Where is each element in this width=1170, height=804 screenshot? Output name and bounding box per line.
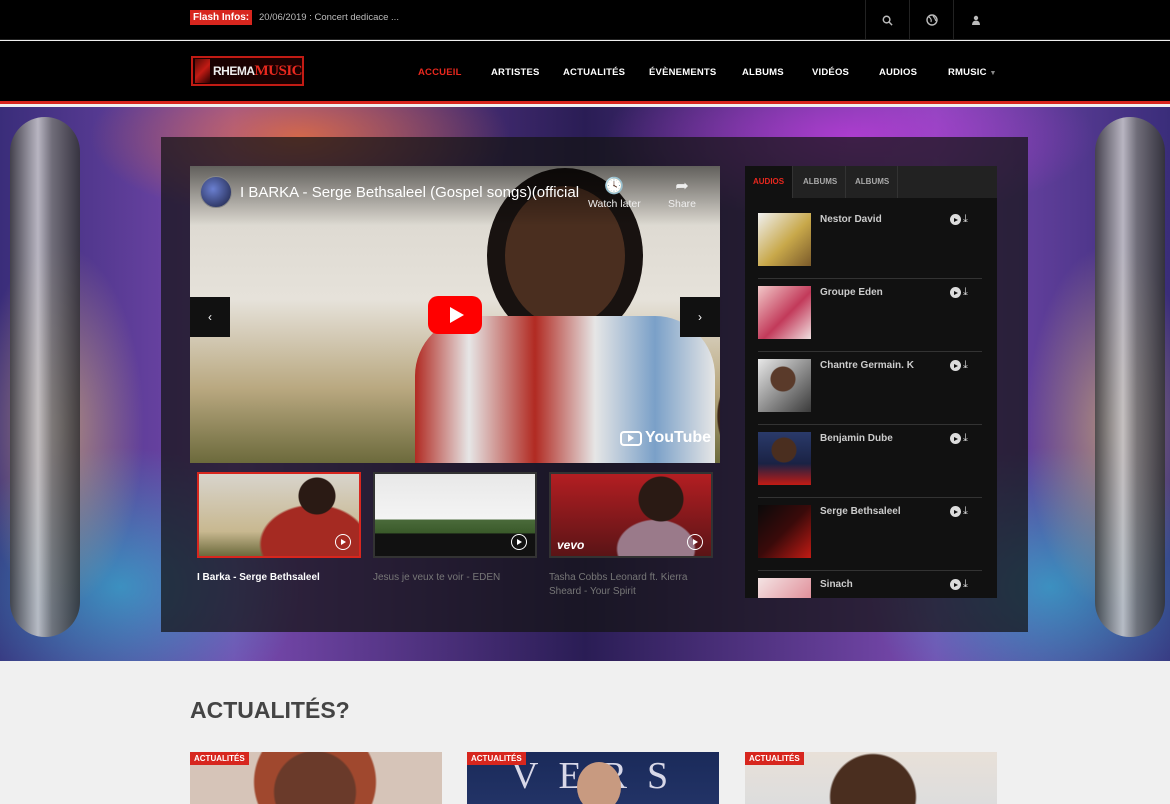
track-artist[interactable]: Chantre Germain. K [820, 360, 914, 371]
play-icon[interactable] [950, 433, 961, 444]
globe-icon[interactable] [909, 0, 953, 40]
track-artist[interactable]: Groupe Eden [820, 287, 883, 298]
nav-albums[interactable]: ALBUMS [742, 67, 784, 78]
channel-avatar[interactable] [200, 176, 232, 208]
tab-albums-1[interactable]: ALBUMS [795, 166, 847, 198]
play-icon[interactable] [950, 214, 961, 225]
track-artist[interactable]: Serge Bethsaleel [820, 506, 901, 517]
download-icon[interactable]: ⤓ [963, 433, 968, 444]
category-badge[interactable]: ACTUALITÉS [467, 752, 526, 765]
list-item[interactable]: Serge Bethsaleel ⤓ [758, 498, 982, 571]
search-icon[interactable] [865, 0, 909, 40]
card-image-person [577, 762, 621, 804]
download-icon[interactable]: ⤓ [963, 506, 968, 517]
album-art [758, 578, 811, 598]
news-card-2[interactable]: VERS ACTUALITÉS [467, 752, 719, 804]
album-art [758, 359, 811, 412]
category-badge[interactable]: ACTUALITÉS [745, 752, 804, 765]
play-circle-icon [687, 534, 703, 550]
video-thumbnail-1[interactable] [197, 472, 361, 558]
guitar-right-graphic [1095, 117, 1165, 637]
youtube-video-player[interactable]: I BARKA - Serge Bethsaleel (Gospel songs… [190, 166, 720, 463]
play-circle-icon [511, 534, 527, 550]
album-art [758, 505, 811, 558]
download-icon[interactable]: ⤓ [963, 579, 968, 590]
play-icon [449, 307, 464, 323]
flash-info-ticker[interactable]: 20/06/2019 : Concert dedicace ... [259, 12, 399, 23]
nav-videos[interactable]: VIDÉOS [812, 67, 849, 78]
chevron-right-icon: › [698, 310, 702, 324]
logo-graphic [195, 59, 210, 83]
video-thumbnail-2[interactable] [373, 472, 537, 558]
clock-icon: 🕓 [604, 178, 625, 195]
top-bar: Flash Infos: 20/06/2019 : Concert dedica… [0, 0, 1170, 40]
section-title-actualites: ACTUALITÉS? [190, 697, 350, 723]
track-artist[interactable]: Sinach [820, 579, 853, 590]
audio-tabs: AUDIOS ALBUMS ALBUMS [745, 166, 997, 198]
share-button[interactable]: ➦ Share [668, 176, 696, 210]
tab-albums-2[interactable]: ALBUMS [847, 166, 899, 198]
download-icon[interactable]: ⤓ [963, 360, 968, 371]
rhema-music-logo[interactable]: RHEMA MUSIC [191, 56, 304, 86]
list-item[interactable]: Nestor David ⤓ [758, 206, 982, 279]
youtube-play-button[interactable] [428, 296, 482, 334]
play-circle-icon [335, 534, 351, 550]
play-icon[interactable] [950, 360, 961, 371]
news-card-1[interactable]: ACTUALITÉS [190, 752, 442, 804]
list-item[interactable]: Groupe Eden ⤓ [758, 279, 982, 352]
youtube-logo-icon [620, 430, 642, 446]
watch-later-label: Watch later [588, 198, 641, 210]
youtube-logo-text: YouTube [645, 429, 712, 446]
album-art [758, 286, 811, 339]
thumbnail-caption-1[interactable]: I Barka - Serge Bethsaleel [197, 571, 361, 585]
guitar-left-graphic [10, 117, 80, 637]
news-card-3[interactable]: ACTUALITÉS [745, 752, 997, 804]
play-icon[interactable] [950, 579, 961, 590]
play-icon[interactable] [950, 506, 961, 517]
thumbnail-caption-2[interactable]: Jesus je veux te voir - EDEN [373, 571, 537, 585]
video-title[interactable]: I BARKA - Serge Bethsaleel (Gospel songs… [240, 184, 580, 201]
slider-prev-button[interactable]: ‹ [190, 297, 230, 337]
play-icon[interactable] [950, 287, 961, 298]
thumbnail-caption-3[interactable]: Tasha Cobbs Leonard ft. Kierra Sheard - … [549, 571, 713, 599]
nav-evenements[interactable]: ÉVÈNEMENTS [649, 67, 716, 78]
share-label: Share [668, 198, 697, 210]
logo-text-music: MUSIC [254, 62, 302, 79]
tab-audios[interactable]: AUDIOS [745, 166, 794, 198]
nav-rmusic[interactable]: RMUSIC ▼ [948, 67, 997, 78]
album-art [758, 432, 811, 485]
track-artist[interactable]: Nestor David [820, 214, 882, 225]
youtube-logo[interactable]: YouTube [620, 429, 711, 447]
nav-artistes[interactable]: ARTISTES [491, 67, 540, 78]
logo-text-rhema: RHEMA [212, 64, 255, 78]
share-icon: ➦ [675, 178, 689, 195]
album-art [758, 213, 811, 266]
nav-accueil[interactable]: ACCUEIL [418, 67, 462, 78]
nav-rmusic-label: RMUSIC [948, 67, 987, 78]
list-item[interactable]: Benjamin Dube ⤓ [758, 425, 982, 498]
video-thumbnail-3[interactable]: vevo [549, 472, 713, 558]
nav-audios[interactable]: AUDIOS [879, 67, 917, 78]
download-icon[interactable]: ⤓ [963, 287, 968, 298]
list-item[interactable]: Chantre Germain. K ⤓ [758, 352, 982, 425]
main-navbar: RHEMA MUSIC ACCUEIL ARTISTES ACTUALITÉS … [0, 41, 1170, 104]
nav-actualites[interactable]: ACTUALITÉS [563, 67, 625, 78]
watch-later-button[interactable]: 🕓 Watch later [588, 176, 641, 210]
download-icon[interactable]: ⤓ [963, 214, 968, 225]
list-item[interactable]: Sinach ⤓ [758, 571, 982, 598]
chevron-left-icon: ‹ [208, 310, 212, 324]
user-icon[interactable] [953, 0, 997, 40]
flash-info-badge: Flash Infos: [190, 10, 253, 25]
track-artist[interactable]: Benjamin Dube [820, 433, 893, 444]
audio-sidebar: AUDIOS ALBUMS ALBUMS Nestor David ⤓ Grou… [745, 166, 997, 598]
vevo-logo: vevo [557, 538, 585, 552]
chevron-down-icon: ▼ [989, 70, 997, 77]
category-badge[interactable]: ACTUALITÉS [190, 752, 249, 765]
slider-next-button[interactable]: › [680, 297, 720, 337]
